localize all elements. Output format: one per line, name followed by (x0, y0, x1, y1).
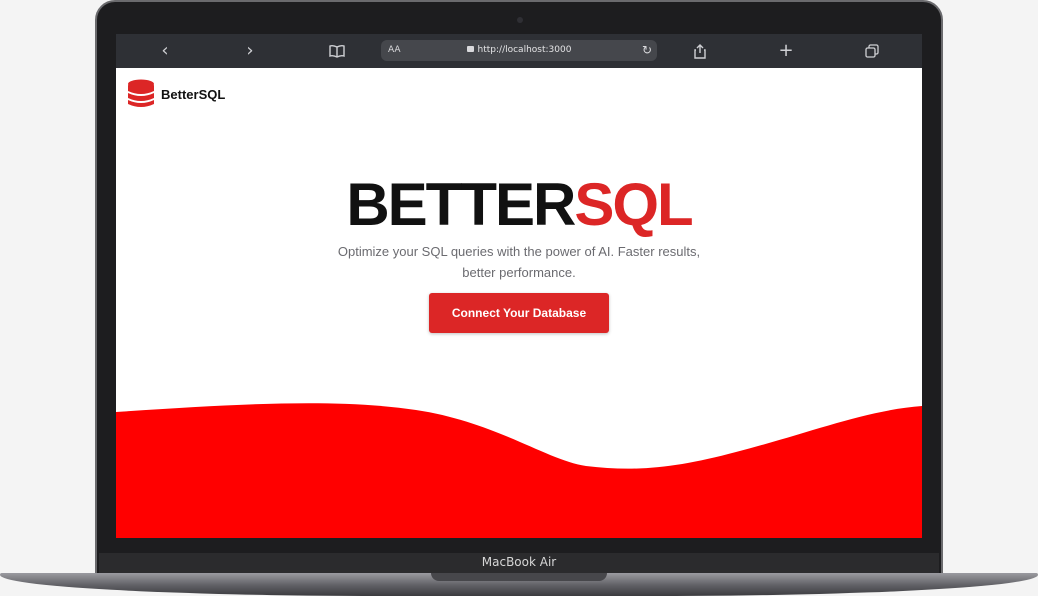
tagline-line-1: Optimize your SQL queries with the power… (337, 244, 701, 259)
database-icon (128, 79, 154, 107)
address-bar[interactable]: AA http://localhost:3000 ↻ (381, 40, 657, 61)
hero-title-sql: SQL (574, 171, 693, 238)
brand-name: BetterSQL (161, 86, 226, 102)
reload-icon[interactable]: ↻ (642, 40, 652, 61)
red-wave-decoration (116, 403, 922, 538)
browser-toolbar: ‹ › AA http://localhost:3000 ↻ + (116, 34, 922, 68)
share-icon[interactable] (688, 34, 712, 68)
model-label: MacBook Air (481, 555, 557, 569)
camera-dot (517, 17, 523, 23)
tagline: Optimize your SQL queries with the power… (329, 241, 709, 283)
laptop-screen: ‹ › AA http://localhost:3000 ↻ + BetterS… (116, 34, 922, 538)
laptop-hinge-notch (431, 573, 607, 581)
tabs-overview-icon[interactable] (860, 34, 884, 68)
web-page: BetterSQL BETTERSQL Optimize your SQL qu… (116, 68, 922, 538)
hero-title-better: BETTER (346, 171, 576, 238)
new-tab-icon[interactable]: + (774, 34, 798, 68)
bookmarks-icon[interactable] (325, 34, 349, 68)
lock-icon (466, 46, 474, 52)
brand-logo-link[interactable]: BetterSQL (127, 78, 225, 110)
url-value: http://localhost:3000 (477, 45, 572, 55)
connect-database-button[interactable]: Connect Your Database (429, 293, 609, 333)
back-icon[interactable]: ‹ (153, 34, 177, 68)
tagline-line-2: better performance. (462, 265, 576, 280)
url-text: http://localhost:3000 (381, 40, 657, 61)
forward-icon[interactable]: › (238, 34, 262, 68)
laptop-chin: MacBook Air (99, 553, 939, 574)
hero-title: BETTERSQL (116, 172, 922, 238)
